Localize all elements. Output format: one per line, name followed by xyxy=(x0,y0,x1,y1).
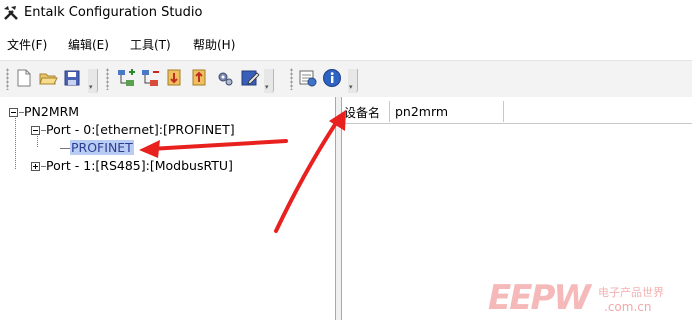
watermark-text: 电子产品世界 xyxy=(598,286,664,299)
annotation-arrow xyxy=(274,110,346,233)
watermark-logo: EEPW xyxy=(488,278,591,318)
annotation-arrows xyxy=(139,110,346,233)
watermark: EEPW 电子产品世界 .com.cn xyxy=(488,278,688,318)
annotation-arrow xyxy=(139,139,288,158)
watermark-url: .com.cn xyxy=(604,300,652,314)
